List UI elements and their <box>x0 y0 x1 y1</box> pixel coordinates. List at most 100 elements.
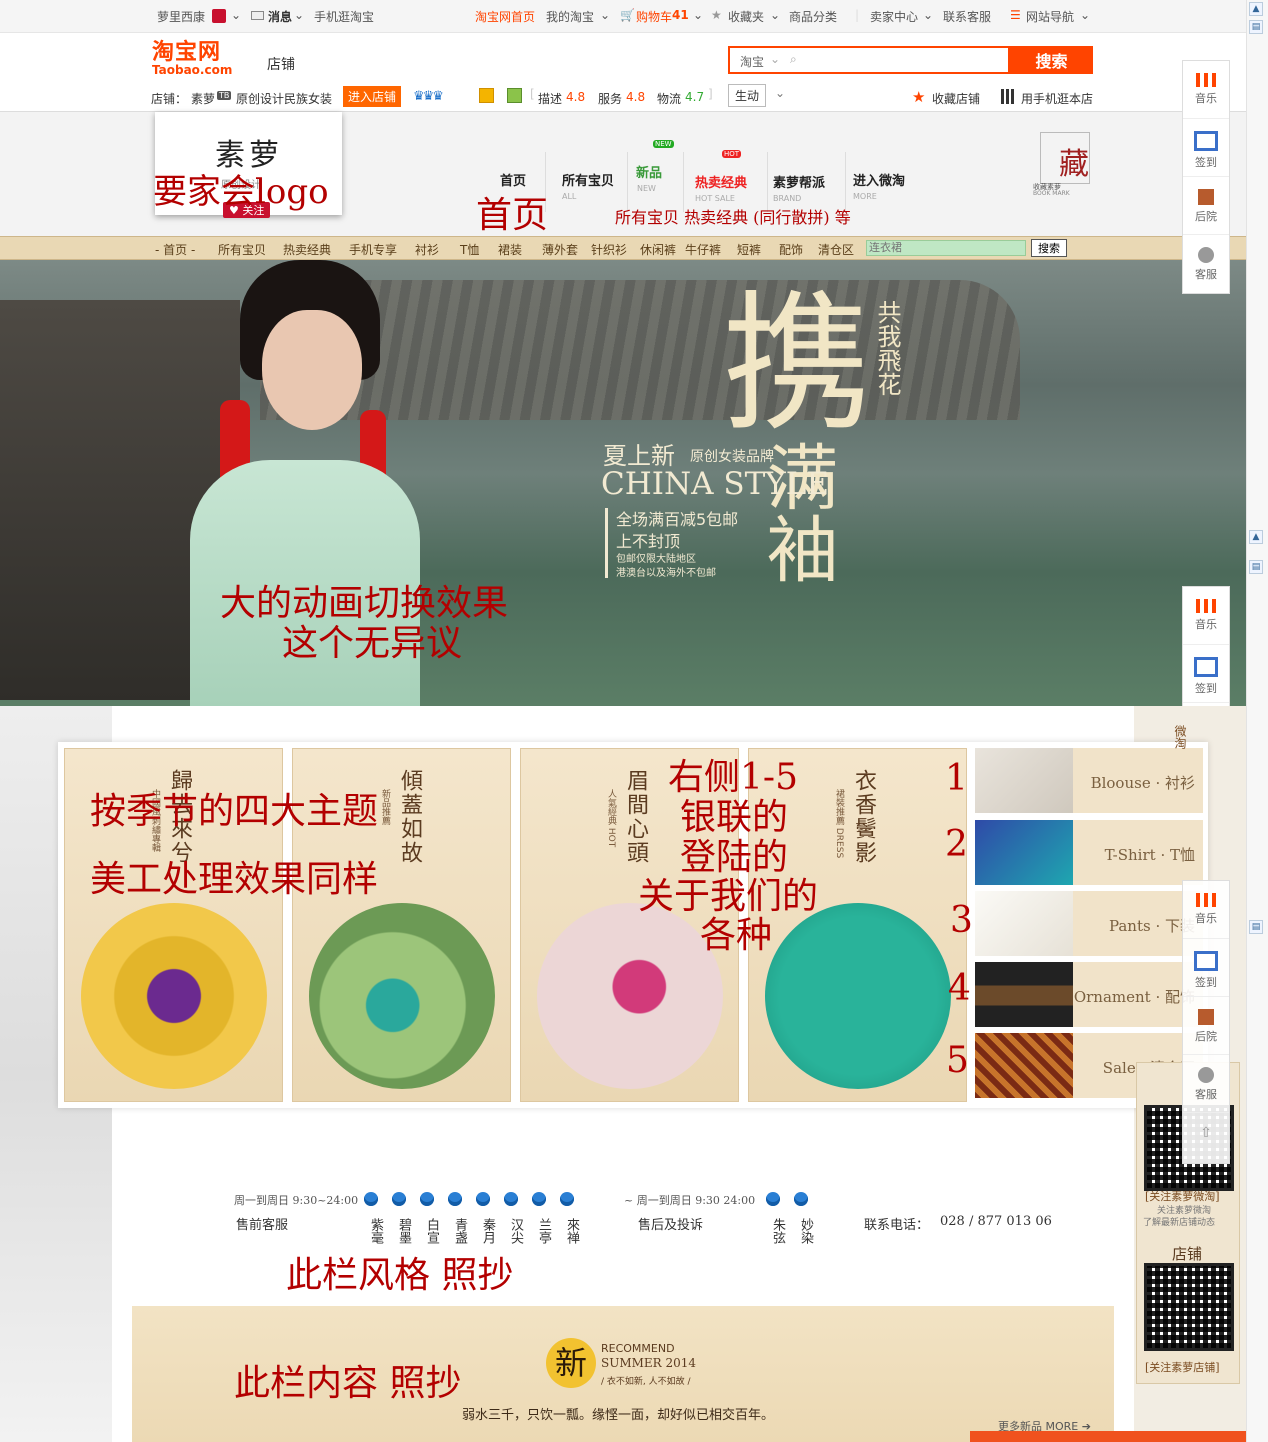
presale-name-4: 青盏 <box>452 1218 467 1244</box>
hero-banner[interactable]: 携 满袖 共我飛花 夏上新 原创女装品牌 CHINA STYLE 全场满百减5包… <box>0 260 1246 706</box>
rail-music[interactable]: 音乐 <box>1183 587 1229 645</box>
aftersale-name-2: 妙染 <box>798 1218 813 1244</box>
headset-icon <box>1198 247 1214 263</box>
back-to-top-button[interactable]: ⇧ <box>1183 1113 1229 1163</box>
category-row-1[interactable]: Bloouse · 衬衫 <box>975 748 1203 815</box>
rail-backyard[interactable]: 后院 <box>1183 177 1229 235</box>
nav-all-items-sub: ALL <box>562 192 577 201</box>
rail-service[interactable]: 客服 <box>1183 235 1229 293</box>
qq-icon[interactable] <box>476 1192 490 1206</box>
site-nav-link[interactable]: 网站导航 <box>1026 8 1074 25</box>
page-icon[interactable]: ▤ <box>1249 20 1263 34</box>
browser-scrollbar[interactable] <box>1246 0 1268 1442</box>
shop-qr-code[interactable] <box>1144 1263 1234 1351</box>
qq-icon[interactable] <box>364 1192 378 1206</box>
nav-all-items[interactable]: 所有宝贝 <box>562 170 614 189</box>
enter-shop-button[interactable]: 进入店铺 <box>343 86 402 107</box>
category-row-2[interactable]: T-Shirt · T恤 <box>975 820 1203 887</box>
cat-home[interactable]: - 首页 - <box>155 241 195 258</box>
search-button[interactable]: 搜索 <box>1010 46 1093 74</box>
cat-all[interactable]: 所有宝贝 <box>218 241 266 258</box>
annotation-num-2: 2 <box>945 824 968 865</box>
cart-link[interactable]: 购物车 <box>636 8 672 25</box>
rail-music[interactable]: 音乐 <box>1183 61 1229 119</box>
chevron-down-icon[interactable]: ⌄ <box>770 52 780 66</box>
categories-link[interactable]: 商品分类 <box>789 8 837 25</box>
scroll-up-icon[interactable]: ▲ <box>1249 530 1263 544</box>
chevron-down-icon[interactable]: ⌄ <box>923 8 933 22</box>
nav-brand[interactable]: 素萝帮派 <box>773 172 825 191</box>
page-icon[interactable]: ▤ <box>1249 560 1263 574</box>
divider <box>683 152 684 212</box>
bookmark-button[interactable]: 藏 <box>1040 132 1090 184</box>
menu-icon: ☰ <box>1010 8 1021 22</box>
rail-music[interactable]: 音乐 <box>1183 881 1229 939</box>
rail-checkin[interactable]: 签到 <box>1183 119 1229 177</box>
rail-backyard[interactable]: 后院 <box>1183 997 1229 1055</box>
nav-new-sub: NEW <box>637 184 656 193</box>
theme-card-4-sub: 裙裝推薦 DRESS <box>834 789 844 859</box>
category-row-4[interactable]: Ornament · 配饰 <box>975 962 1203 1029</box>
qq-icon[interactable] <box>766 1192 780 1206</box>
chevron-down-icon[interactable]: ⌄ <box>1080 8 1090 22</box>
cat-mobile[interactable]: 手机专享 <box>349 241 397 258</box>
nav-hot-sale[interactable]: 热卖经典 <box>695 172 747 191</box>
star-icon: ★ <box>711 8 722 22</box>
rail-checkin[interactable]: 签到 <box>1183 645 1229 703</box>
qq-icon[interactable] <box>392 1192 406 1206</box>
cat-dress[interactable]: 裙装 <box>498 241 522 258</box>
mobile-taobao-link[interactable]: 手机逛淘宝 <box>314 8 374 25</box>
divider: [ <box>530 87 535 101</box>
cat-shirt[interactable]: 衬衫 <box>415 241 439 258</box>
cat-clearance[interactable]: 清仓区 <box>818 241 854 258</box>
page-icon[interactable]: ▤ <box>1249 920 1263 934</box>
qq-icon[interactable] <box>794 1192 808 1206</box>
shop-name[interactable]: 素萝 <box>191 90 215 107</box>
cat-casual[interactable]: 休闲裤 <box>640 241 676 258</box>
chevron-down-icon[interactable]: ⌄ <box>231 8 241 22</box>
category-search-button[interactable]: 搜索 <box>1031 239 1067 257</box>
nav-brand-sub: BRAND <box>773 194 802 203</box>
cat-tshirt[interactable]: T恤 <box>460 241 479 258</box>
qq-icon[interactable] <box>532 1192 546 1206</box>
nav-weitao[interactable]: 进入微淘 <box>853 170 905 189</box>
category-row-3[interactable]: Pants · 下装 <box>975 891 1203 958</box>
messages-link[interactable]: 消息 <box>268 8 292 25</box>
search-input[interactable] <box>808 50 1004 70</box>
cat-accessories[interactable]: 配饰 <box>779 241 803 258</box>
chevron-down-icon[interactable]: ⌄ <box>770 8 780 22</box>
qq-icon[interactable] <box>420 1192 434 1206</box>
qq-icon[interactable] <box>504 1192 518 1206</box>
user-name-link[interactable]: 萝里西康 <box>157 8 205 25</box>
category-search-input[interactable] <box>866 240 1026 256</box>
chevron-down-icon[interactable]: ⌄ <box>600 8 610 22</box>
rating-desc-label: 描述 <box>538 92 563 106</box>
cat-shorts[interactable]: 短裤 <box>737 241 761 258</box>
contact-link[interactable]: 联系客服 <box>943 8 991 25</box>
mail-icon <box>251 11 264 20</box>
cat-jeans[interactable]: 牛仔裤 <box>685 241 721 258</box>
chair-icon <box>1198 1009 1214 1025</box>
cat-hot[interactable]: 热卖经典 <box>283 241 331 258</box>
taobao-home-link[interactable]: 淘宝网首页 <box>475 8 535 25</box>
taobao-logo[interactable]: 淘宝网 Taobao.com <box>152 42 232 77</box>
live-dropdown[interactable]: 生动 <box>728 84 767 107</box>
favorites-link[interactable]: 收藏夹 <box>728 8 764 25</box>
search-scope[interactable]: 淘宝 <box>740 53 764 70</box>
nav-new[interactable]: 新品 <box>636 162 662 181</box>
qq-icon[interactable] <box>560 1192 574 1206</box>
cat-jacket[interactable]: 薄外套 <box>542 241 578 258</box>
chevron-down-icon[interactable]: ⌄ <box>775 86 785 100</box>
seller-center-link[interactable]: 卖家中心 <box>870 8 918 25</box>
fav-shop-link[interactable]: 收藏店铺 <box>932 90 980 107</box>
my-taobao-link[interactable]: 我的淘宝 <box>546 8 594 25</box>
rail-service[interactable]: 客服 <box>1183 1055 1229 1113</box>
rail-checkin[interactable]: 签到 <box>1183 939 1229 997</box>
cat-knit[interactable]: 针织衫 <box>591 241 627 258</box>
banner-poem: 共我飛花 <box>873 300 901 396</box>
qq-icon[interactable] <box>448 1192 462 1206</box>
chevron-down-icon[interactable]: ⌄ <box>693 8 703 22</box>
chevron-down-icon[interactable]: ⌄ <box>294 8 304 22</box>
scroll-up-icon[interactable]: ▲ <box>1249 2 1263 16</box>
mobile-shop-link[interactable]: 用手机逛本店 <box>1021 90 1093 107</box>
